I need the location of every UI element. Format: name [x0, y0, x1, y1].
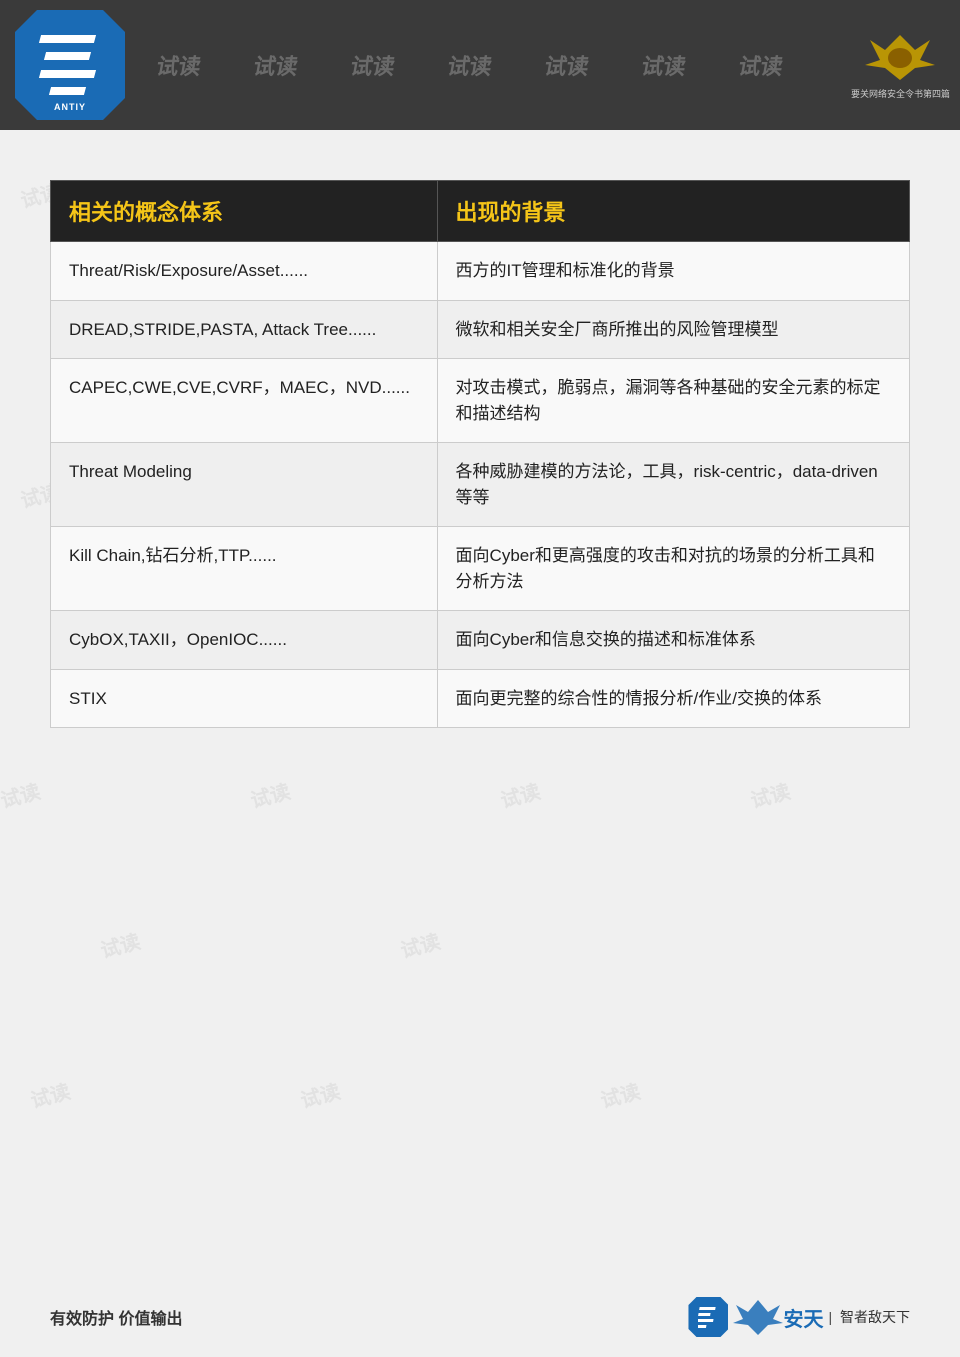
main-content: 相关的概念体系 出现的背景 Threat/Risk/Exposure/Asset… [0, 130, 960, 748]
header-watermarks: 试读 试读 试读 试读 试读 试读 试读 [0, 0, 960, 130]
page-wm-22: 试读 [397, 925, 443, 963]
table-cell-right-3: 各种威胁建模的方法论，工具，risk-centric，data-driven等等 [437, 443, 909, 527]
page-wm-25: 试读 [597, 1075, 643, 1113]
table-cell-left-3: Threat Modeling [51, 443, 438, 527]
page-wm-19: 试读 [497, 775, 543, 813]
table-row: CybOX,TAXII，OpenIOC......面向Cyber和信息交换的描述… [51, 611, 910, 670]
header-wm-4: 试读 [445, 49, 495, 81]
header-wm-1: 试读 [154, 49, 204, 81]
table-row: CAPEC,CWE,CVE,CVRF，MAEC，NVD......对攻击模式，脆… [51, 359, 910, 443]
main-table: 相关的概念体系 出现的背景 Threat/Risk/Exposure/Asset… [50, 180, 910, 728]
table-cell-left-4: Kill Chain,钻石分析,TTP...... [51, 527, 438, 611]
page-wm-23: 试读 [27, 1075, 73, 1113]
table-cell-right-5: 面向Cyber和信息交换的描述和标准体系 [437, 611, 909, 670]
table-cell-left-2: CAPEC,CWE,CVE,CVRF，MAEC，NVD...... [51, 359, 438, 443]
page-wm-20: 试读 [747, 775, 793, 813]
table-cell-left-1: DREAD,STRIDE,PASTA, Attack Tree...... [51, 300, 438, 359]
header-wm-5: 试读 [542, 49, 592, 81]
table-header-col1: 相关的概念体系 [51, 181, 438, 242]
page-wm-21: 试读 [97, 925, 143, 963]
table-row: DREAD,STRIDE,PASTA, Attack Tree......微软和… [51, 300, 910, 359]
table-row: STIX面向更完整的综合性的情报分析/作业/交换的体系 [51, 669, 910, 728]
table-cell-right-1: 微软和相关安全厂商所推出的风险管理模型 [437, 300, 909, 359]
table-row: Threat/Risk/Exposure/Asset......西方的IT管理和… [51, 242, 910, 301]
table-cell-left-5: CybOX,TAXII，OpenIOC...... [51, 611, 438, 670]
page-wm-24: 试读 [297, 1075, 343, 1113]
footer-brand-subtitle: | 智者敌天下 [828, 1307, 910, 1327]
table-header-col2: 出现的背景 [437, 181, 909, 242]
header: ANTIY 试读 试读 试读 试读 试读 试读 试读 要关网络安全令书第四篇 [0, 0, 960, 130]
header-right-logo: 要关网络安全令书第四篇 [851, 30, 950, 100]
table-cell-right-2: 对攻击模式，脆弱点，漏洞等各种基础的安全元素的标定和描述结构 [437, 359, 909, 443]
page-wm-17: 试读 [0, 775, 43, 813]
table-cell-right-0: 西方的IT管理和标准化的背景 [437, 242, 909, 301]
table-row: Kill Chain,钻石分析,TTP......面向Cyber和更高强度的攻击… [51, 527, 910, 611]
table-cell-left-6: STIX [51, 669, 438, 728]
header-wm-3: 试读 [348, 49, 398, 81]
page-wm-18: 试读 [247, 775, 293, 813]
table-row: Threat Modeling各种威胁建模的方法论，工具，risk-centri… [51, 443, 910, 527]
eagle-icon [860, 30, 940, 85]
footer-right: 安天 | 智者敌天下 [688, 1297, 910, 1337]
header-wm-2: 试读 [251, 49, 301, 81]
right-logo-subtitle: 要关网络安全令书第四篇 [851, 87, 950, 100]
table-cell-left-0: Threat/Risk/Exposure/Asset...... [51, 242, 438, 301]
footer-logo-icon [688, 1297, 728, 1337]
table-cell-right-6: 面向更完整的综合性的情报分析/作业/交换的体系 [437, 669, 909, 728]
footer-eagle-icon [733, 1297, 783, 1337]
footer-left-text: 有效防护 价值输出 [50, 1305, 182, 1329]
footer: 有效防护 价值输出 安天 | 智者敌天下 [0, 1297, 960, 1337]
table-cell-right-4: 面向Cyber和更高强度的攻击和对抗的场景的分析工具和分析方法 [437, 527, 909, 611]
header-wm-7: 试读 [737, 49, 787, 81]
footer-brand-name: 安天 [783, 1303, 823, 1332]
header-wm-6: 试读 [639, 49, 689, 81]
